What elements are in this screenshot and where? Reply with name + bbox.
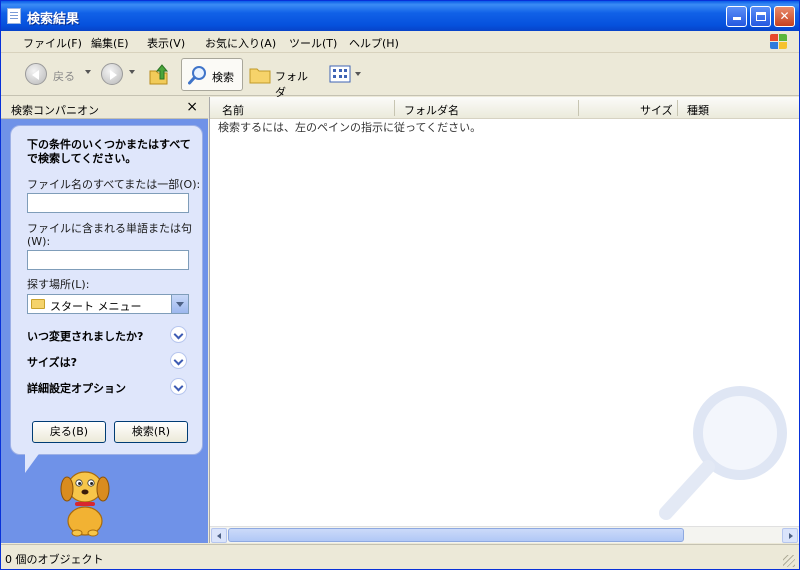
option-label: 詳細設定オプション	[27, 382, 126, 395]
back-dropdown-icon[interactable]	[85, 70, 91, 74]
look-in-select[interactable]: スタート メニュー	[27, 294, 189, 314]
window-title: 検索結果	[27, 12, 80, 27]
column-size[interactable]: サイズ	[640, 102, 673, 118]
menu-favorites[interactable]: お気に入り(A)	[205, 35, 276, 51]
object-count: 0 個のオブジェクト	[5, 553, 104, 566]
views-grid-icon	[329, 65, 351, 83]
menu-file[interactable]: ファイル(F)	[23, 35, 82, 51]
search-button-label: 検索	[212, 71, 234, 84]
forward-dropdown-icon[interactable]	[129, 70, 135, 74]
column-separator[interactable]	[394, 100, 395, 116]
contains-word-input[interactable]	[27, 250, 189, 270]
forward-arrow-icon[interactable]	[101, 63, 123, 85]
scroll-right-icon[interactable]	[782, 528, 798, 543]
expand-chevron-icon[interactable]	[170, 326, 187, 343]
search-submit-button[interactable]: 検索(R)	[114, 421, 188, 443]
column-type[interactable]: 種類	[687, 102, 709, 118]
look-in-label: 探す場所(L):	[27, 278, 90, 291]
option-size[interactable]: サイズは?	[27, 352, 189, 370]
folder-icon	[31, 299, 45, 309]
document-icon	[7, 8, 21, 24]
column-separator[interactable]	[677, 100, 678, 116]
maximize-icon	[755, 12, 766, 21]
menu-bar: ファイル(F) 編集(E) 表示(V) お気に入り(A) ツール(T) ヘルプ(…	[1, 31, 799, 53]
column-separator[interactable]	[578, 100, 579, 116]
search-companion-pane: 検索コンパニオン × 下の条件のいくつかまたはすべてで検索してください。 ファイ…	[1, 97, 208, 543]
folders-button-label: フォルダ	[275, 70, 308, 99]
menu-edit[interactable]: 編集(E)	[91, 35, 129, 51]
scroll-thumb[interactable]	[228, 528, 684, 542]
back-arrow-icon[interactable]	[25, 63, 47, 85]
magnifier-icon	[188, 66, 206, 85]
option-label: いつ変更されましたか?	[27, 330, 144, 343]
pane-title: 検索コンパニオン	[11, 104, 99, 117]
search-dog-icon[interactable]	[55, 459, 115, 537]
close-button[interactable]: ✕	[774, 6, 795, 27]
filename-label: ファイル名のすべてまたは一部(O):	[27, 178, 201, 191]
search-options-panel: 下の条件のいくつかまたはすべてで検索してください。 ファイル名のすべてまたは一部…	[10, 125, 203, 455]
minimize-button[interactable]	[726, 6, 747, 27]
instructions-text: 検索するには、左のペインの指示に従ってください。	[218, 121, 482, 134]
maximize-button[interactable]	[750, 6, 771, 27]
search-button[interactable]: 検索	[181, 58, 243, 91]
bubble-tail	[25, 451, 41, 473]
folder-icon	[249, 68, 271, 84]
filename-input[interactable]	[27, 193, 189, 213]
toolbar: 戻る 検索 フォルダ	[1, 54, 799, 99]
column-name[interactable]: 名前	[222, 102, 244, 118]
folders-button[interactable]: フォルダ	[247, 58, 317, 99]
option-label: サイズは?	[27, 356, 78, 369]
pane-header: 検索コンパニオン ×	[1, 97, 208, 119]
resize-grip-icon[interactable]	[783, 555, 795, 567]
back-button-label[interactable]: 戻る	[53, 68, 75, 84]
scroll-left-icon[interactable]	[211, 528, 227, 543]
explorer-window: 検索結果 ✕ ファイル(F) 編集(E) 表示(V) お気に入り(A) ツール(…	[0, 0, 800, 570]
magnifier-watermark-icon	[659, 386, 787, 520]
contains-word-label: ファイルに含まれる単語または句(W):	[27, 222, 192, 248]
menu-tools[interactable]: ツール(T)	[289, 35, 337, 51]
close-icon: ✕	[779, 9, 790, 23]
column-header: 名前 フォルダ名 サイズ 種類	[210, 97, 799, 119]
horizontal-scrollbar[interactable]	[210, 526, 799, 543]
instructions-heading: 下の条件のいくつかまたはすべてで検索してください。	[27, 138, 191, 165]
chevron-down-icon[interactable]	[171, 295, 188, 313]
up-folder-icon[interactable]	[147, 62, 171, 86]
pane-close-icon[interactable]: ×	[186, 99, 198, 115]
views-dropdown-icon	[355, 72, 361, 76]
option-advanced[interactable]: 詳細設定オプション	[27, 378, 189, 396]
column-folder[interactable]: フォルダ名	[404, 102, 459, 118]
option-date-modified[interactable]: いつ変更されましたか?	[27, 326, 189, 344]
expand-chevron-icon[interactable]	[170, 352, 187, 369]
results-pane: 名前 フォルダ名 サイズ 種類 検索するには、左のペインの指示に従ってください。	[209, 97, 799, 543]
title-bar[interactable]: 検索結果 ✕	[1, 1, 799, 31]
minimize-icon	[732, 17, 741, 20]
back-button[interactable]: 戻る(B)	[32, 421, 106, 443]
look-in-value: スタート メニュー	[50, 300, 142, 313]
status-bar: 0 個のオブジェクト	[1, 544, 799, 569]
windows-logo-icon	[769, 33, 789, 51]
menu-help[interactable]: ヘルプ(H)	[349, 35, 399, 51]
menu-view[interactable]: 表示(V)	[147, 35, 185, 51]
expand-chevron-icon[interactable]	[170, 378, 187, 395]
views-button[interactable]	[327, 62, 363, 86]
